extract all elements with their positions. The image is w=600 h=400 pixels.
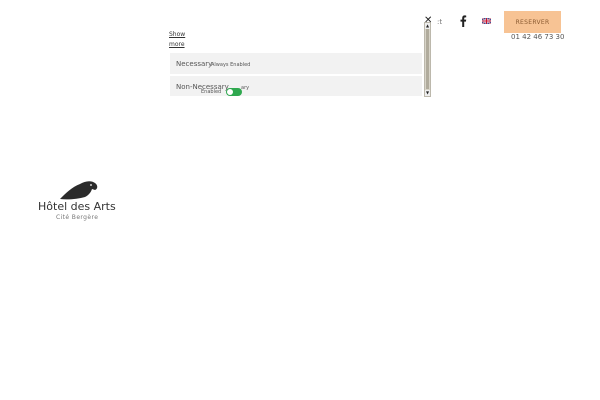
toggle-knob: [227, 89, 233, 95]
contact-link[interactable]: :t: [437, 18, 442, 26]
always-enabled-label: Always Enabled: [211, 62, 251, 68]
phone-number[interactable]: 01 42 46 73 30: [511, 33, 564, 41]
reserve-button[interactable]: RESERVER: [504, 11, 561, 33]
uk-flag-icon[interactable]: [482, 18, 491, 24]
enabled-label: Enabled: [201, 89, 222, 95]
necessary-section[interactable]: Necessary Always Enabled: [170, 53, 422, 74]
scroll-thumb[interactable]: [426, 29, 429, 89]
hotel-name: Hôtel des Arts: [38, 200, 116, 213]
hotel-subtitle: Cité Bergère: [56, 214, 99, 221]
show-more-link[interactable]: Show more: [169, 30, 189, 50]
facebook-icon[interactable]: [459, 15, 467, 27]
non-necessary-section[interactable]: Non-Necessary ary Enabled: [170, 76, 422, 96]
close-button[interactable]: ✕: [424, 16, 432, 26]
popup-scrollbar[interactable]: ▲ ▼: [424, 22, 431, 97]
scroll-down-arrow-icon[interactable]: ▼: [425, 90, 430, 96]
non-necessary-note: ary: [241, 85, 250, 91]
necessary-title: Necessary: [176, 60, 213, 68]
non-necessary-toggle[interactable]: [226, 88, 242, 96]
parrot-logo-icon: [60, 181, 98, 200]
